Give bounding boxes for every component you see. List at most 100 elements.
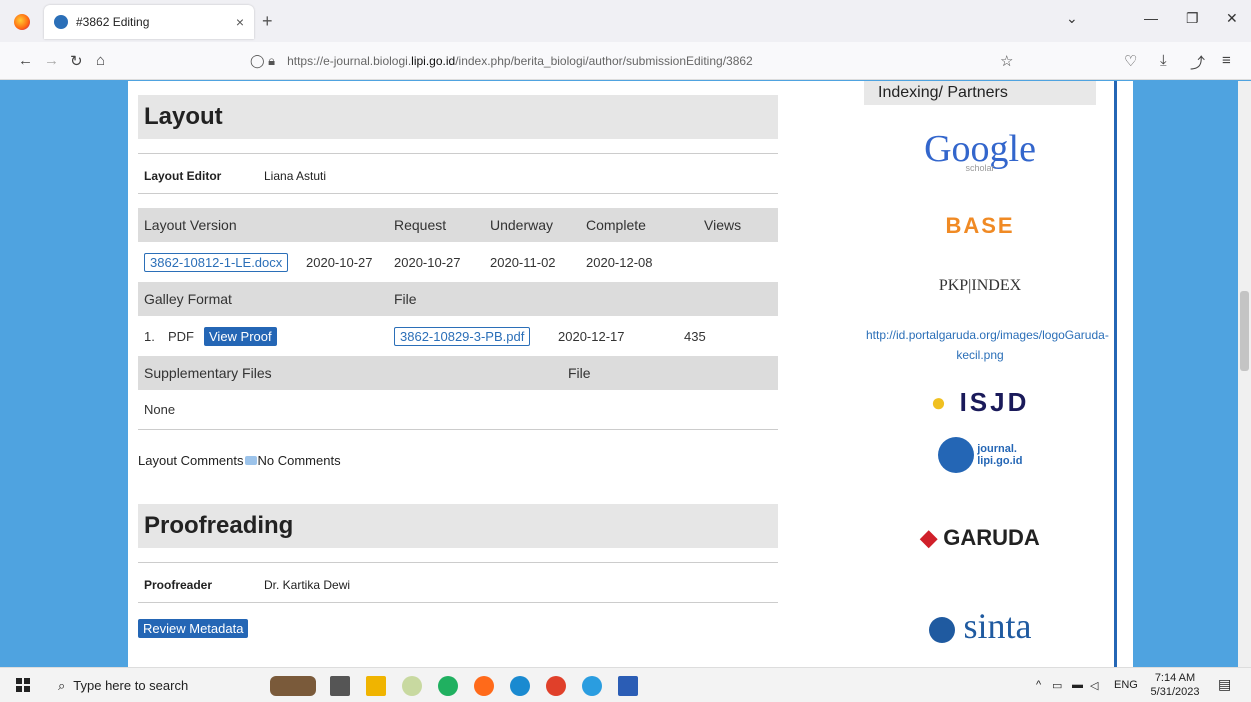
google-scholar-sub: scholar (965, 163, 995, 173)
firefox-icon[interactable] (14, 14, 30, 30)
reload-icon[interactable]: ↻ (70, 52, 83, 70)
supplementary-row: None (138, 390, 778, 430)
layout-heading: Layout (138, 95, 778, 139)
minimize-icon[interactable]: — (1144, 10, 1158, 26)
main-column: Layout Layout Editor Liana Astuti Layout… (138, 81, 778, 638)
proofreader-row: Proofreader Dr. Kartika Dewi (138, 567, 778, 603)
url-bar[interactable]: ◯ 🔒︎ https://e-journal.biologi.lipi.go.i… (240, 46, 1010, 76)
browser-tab[interactable]: #3862 Editing × (44, 5, 254, 39)
file-explorer-icon[interactable] (366, 676, 386, 696)
tab-close-icon[interactable]: × (236, 14, 244, 30)
request-date: 2020-10-27 (394, 254, 461, 270)
grammarly-icon[interactable] (438, 676, 458, 696)
divider (138, 153, 778, 154)
network-icon[interactable]: ▭ (1052, 679, 1062, 692)
google-scholar-logo[interactable]: Google scholar (864, 129, 1096, 173)
layout-file-link[interactable]: 3862-10812-1-LE.docx (144, 252, 289, 272)
taskbar-search[interactable]: ⌕ Type here to search (44, 670, 244, 701)
firefox-taskbar-icon[interactable] (474, 676, 494, 696)
layout-comments: Layout Comments No Comments (138, 430, 778, 490)
layout-editor-row: Layout Editor Liana Astuti (138, 158, 778, 194)
pkp-index-logo[interactable]: PKP|INDEX (864, 277, 1096, 295)
comment-icon[interactable] (244, 455, 257, 465)
bookmark-star-icon[interactable]: ☆ (1000, 52, 1013, 70)
galley-file-link[interactable]: 3862-10829-3-PB.pdf (394, 326, 531, 346)
window-close-icon[interactable]: ✕ (1226, 10, 1238, 27)
underway-date: 2020-11-02 (490, 254, 556, 270)
restore-icon[interactable]: ❐ (1186, 10, 1199, 27)
col-supp-file: File (568, 365, 591, 381)
isjd-emblem-icon: ● (930, 387, 950, 417)
taskbar-search-placeholder: Type here to search (73, 678, 189, 693)
col-request: Request (394, 217, 447, 233)
scrollbar-thumb[interactable] (1240, 291, 1249, 371)
galley-date: 2020-12-17 (558, 328, 625, 344)
menu-icon[interactable]: ≡ (1222, 52, 1231, 69)
proofreader-label: Proofreader (144, 577, 213, 592)
proofreading-heading: Proofreading (138, 504, 778, 548)
view-proof-button[interactable]: View Proof (204, 326, 277, 346)
download-icon[interactable]: ⤓ (1160, 52, 1167, 69)
browser-tabbar: #3862 Editing × + ⌄ — ❐ ✕ (0, 0, 1251, 42)
extensions-icon[interactable]: ⤴ (1190, 52, 1205, 73)
garuda-emblem-icon: ◆ (920, 525, 938, 550)
search-icon: ⌕ (58, 677, 66, 693)
task-view-icon[interactable] (330, 676, 350, 696)
battery-icon[interactable]: ▬ (1072, 679, 1083, 691)
ejournal-lipi-logo[interactable]: journal. lipi.go.id (864, 437, 1096, 473)
layout-file-date: 2020-10-27 (306, 254, 373, 270)
clock-time: 7:14 AM (1154, 672, 1196, 684)
windows-start-icon[interactable] (16, 678, 30, 692)
clock[interactable]: 7:14 AM 5/31/2023 (1150, 671, 1200, 699)
tab-list-icon[interactable]: ⌄ (1066, 10, 1078, 27)
base-logo[interactable]: BASE (864, 213, 1096, 239)
page-scrollbar[interactable] (1238, 81, 1251, 667)
garuda-logo[interactable]: ◆ GARUDA (864, 525, 1096, 551)
pocket-icon[interactable]: ♡ (1124, 52, 1137, 70)
col-file: File (394, 291, 417, 307)
tray-chevron-icon[interactable]: ^ (1036, 679, 1041, 691)
layout-comments-link[interactable]: No Comments (258, 453, 341, 468)
news-weather-icon[interactable] (270, 676, 316, 696)
col-layout-version: Layout Version (144, 217, 237, 233)
galley-views: 435 (684, 328, 706, 344)
shield-lock-icon: ◯ 🔒︎ (250, 53, 276, 68)
ejournal-text: journal. (977, 443, 1017, 455)
back-icon[interactable]: ← (18, 52, 33, 69)
col-complete: Complete (586, 217, 646, 233)
home-icon[interactable]: ⌂ (96, 52, 105, 69)
isjd-logo-text: ISJD (959, 387, 1030, 417)
volume-icon[interactable]: ◁ (1090, 679, 1098, 692)
galley-number: 1. (144, 328, 155, 344)
forward-icon[interactable]: → (44, 52, 59, 69)
content-panel: Layout Layout Editor Liana Astuti Layout… (128, 81, 1133, 667)
language-indicator[interactable]: ENG (1114, 679, 1138, 691)
sidebar-edge (1114, 81, 1117, 667)
col-supplementary-files: Supplementary Files (144, 365, 272, 381)
col-underway: Underway (490, 217, 554, 233)
site-favicon-icon (54, 15, 68, 29)
col-views: Views (704, 217, 742, 233)
proofreader-value: Dr. Kartika Dewi (264, 577, 351, 592)
garuda-logo-text: GARUDA (943, 525, 1040, 550)
sinta-logo-text: sinta (963, 606, 1032, 646)
new-tab-button[interactable]: + (262, 11, 273, 32)
col-galley-format: Galley Format (144, 291, 232, 307)
galley-format: PDF (168, 328, 194, 344)
review-metadata-button[interactable]: Review Metadata (138, 619, 249, 638)
layout-editor-label: Layout Editor (144, 168, 222, 183)
garuda-image-link[interactable]: http://id.portalgaruda.org/images/logoGa… (864, 325, 1109, 365)
clock-date: 5/31/2023 (1150, 686, 1200, 698)
layout-comments-label: Layout Comments (138, 452, 244, 468)
word-icon[interactable] (618, 676, 638, 696)
telegram-icon[interactable] (582, 676, 602, 696)
edge-icon[interactable] (510, 676, 530, 696)
chrome-icon[interactable] (546, 676, 566, 696)
app-icon[interactable] (402, 676, 422, 696)
divider (138, 562, 778, 563)
tab-title: #3862 Editing (76, 15, 150, 29)
sinta-logo[interactable]: sinta (864, 605, 1096, 647)
isjd-logo[interactable]: ● ISJD (864, 387, 1096, 418)
galley-header: Galley Format File (138, 282, 778, 316)
notification-icon[interactable]: ▤ (1218, 676, 1231, 693)
